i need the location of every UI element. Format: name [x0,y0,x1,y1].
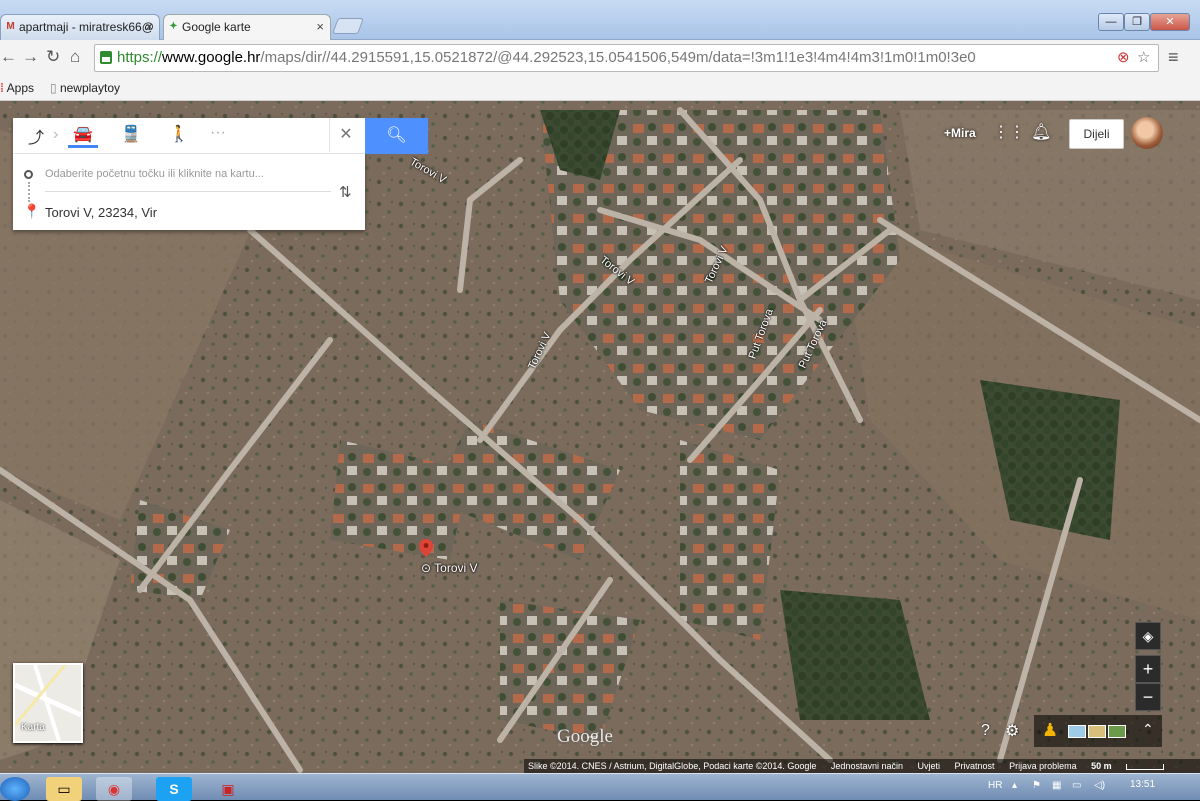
layer-photo-icon[interactable] [1068,725,1086,738]
pin-label[interactable]: ⊙ Torovi V [421,561,478,575]
divider [45,191,331,192]
chrome-menu-icon[interactable]: ≡ [1168,47,1179,68]
close-tab-icon[interactable]: × [316,19,324,34]
url-path: /maps/dir//44.2915591,15.0521872/@44.292… [260,49,976,66]
google-plus-link[interactable]: +Mira [944,126,976,140]
destination-pin-icon: 📍 [23,203,41,219]
route-dots [28,182,30,202]
tab-gmail[interactable]: M apartmaji - miratresk66@ × [0,14,160,40]
blocked-popup-icon[interactable]: ⊗ [1117,48,1130,66]
bookmark-label: Apps [6,81,35,95]
divider [329,118,330,152]
new-tab-button[interactable] [332,18,364,34]
layer-terrain-icon[interactable] [1088,725,1106,738]
swap-icon[interactable]: ⇅ [339,183,352,201]
close-tab-icon[interactable]: × [145,19,153,34]
destination-input[interactable]: Torovi V, 23234, Vir [45,205,157,220]
avatar[interactable] [1131,117,1163,149]
scale-bar [1126,763,1165,770]
restore-button[interactable]: ❐ [1124,13,1150,31]
tab-title: apartmaji - miratresk66@ [19,20,154,34]
chrome-icon[interactable]: ◉ [96,777,132,801]
layers-bar: ♟ ⌃ [1034,715,1162,747]
start-point-icon [24,170,33,179]
report-problem-link[interactable]: Prijava problema [1009,761,1077,771]
attribution-bar: Slike ©2014. CNES / Astrium, DigitalGlob… [524,759,1200,773]
travel-mode-bar: ⤴ › 🚘 🚆 🚶 ··· ✕ [13,118,365,154]
search-button[interactable]: 🔍︎ [365,118,428,154]
terms-link[interactable]: Uvjeti [918,761,941,771]
minimize-button[interactable]: — [1098,13,1124,31]
bookmark-apps[interactable]: ⁞ Apps [0,81,34,95]
google-logo: Google [557,726,613,747]
imagery-credit: Slike ©2014. CNES / Astrium, DigitalGlob… [528,761,817,771]
zoom-out-button[interactable]: − [1135,683,1161,711]
tab-strip: M apartmaji - miratresk66@ × ✦ Google ka… [0,0,1200,40]
map-toggle-label: Karta [21,722,45,733]
url-host: www.google.hr [162,49,261,66]
skype-icon[interactable]: S [156,777,192,801]
transit-icon[interactable]: 🚆 [116,124,146,148]
walking-icon[interactable]: 🚶 [164,124,194,148]
privacy-link[interactable]: Privatnost [955,761,995,771]
notifications-bell-icon[interactable]: 🔔︎ [1031,122,1051,142]
pin-label-text: Torovi V [434,561,478,575]
close-window-button[interactable]: ✕ [1150,13,1190,31]
directions-panel: ⤴ › 🚘 🚆 🚶 ··· ✕ Odaberite početnu točku … [13,118,365,230]
bookmark-newplaytoy[interactable]: ▯ newplaytoy [50,81,120,95]
car-icon[interactable]: 🚘 [68,124,98,148]
flag-icon[interactable]: ⚑ [1032,780,1041,791]
location-pin-icon[interactable] [419,539,433,557]
bookmark-label: newplaytoy [59,81,120,95]
tray-expand-icon[interactable]: ▴ [1012,780,1017,791]
zoom-in-button[interactable]: + [1135,655,1161,683]
scale-label[interactable]: 50 m [1091,761,1112,771]
tab-google-maps[interactable]: ✦ Google karte × [163,14,331,40]
gmail-icon: M [6,21,15,32]
volume-icon[interactable]: ◁) [1094,780,1105,791]
bookmarks-bar: ⁞ Apps ▯ newplaytoy [0,76,1200,101]
search-icon: 🔍︎ [386,127,407,144]
network-icon[interactable]: ▦ [1052,780,1061,791]
compass-icon[interactable]: ◈ [1135,622,1161,650]
share-label: Dijeli [1083,127,1110,141]
bookmark-star-icon[interactable]: ☆ [1137,48,1150,66]
language-indicator[interactable]: HR [988,780,1002,791]
layer-earth-icon[interactable] [1108,725,1126,738]
apps-icon: ⁞ [0,81,4,95]
address-bar[interactable]: https://www.google.hr/maps/dir//44.29155… [94,44,1159,72]
lock-icon [100,51,112,64]
forward-icon[interactable]: → [22,48,39,66]
file-explorer-icon[interactable]: ▭ [46,777,82,801]
url-scheme: https:// [117,49,163,66]
help-icon[interactable]: ? [981,722,990,740]
app-icon[interactable]: ▣ [210,777,246,801]
settings-gear-icon[interactable]: ⚙ [1005,721,1019,741]
apps-grid-icon[interactable]: ⋮⋮ [993,122,1025,142]
pegman-icon[interactable]: ♟ [1042,720,1058,741]
clock[interactable]: 13:51 [1130,779,1155,790]
page-icon: ▯ [50,81,57,95]
close-icon[interactable]: ✕ [331,124,361,148]
google-maps-icon: ✦ [169,21,178,32]
share-button[interactable]: Dijeli [1069,119,1124,149]
monitor-icon[interactable]: ▭ [1072,780,1081,791]
start-button[interactable] [0,777,30,801]
tab-title: Google karte [182,20,251,34]
expand-icon[interactable]: ⌃ [1142,721,1154,738]
directions-icon[interactable]: ⤴ [21,124,51,148]
lite-mode-link[interactable]: Jednostavni način [831,761,903,771]
back-icon[interactable]: ← [0,48,17,66]
more-icon[interactable]: ··· [203,124,233,148]
reload-icon[interactable]: ↻ [46,48,60,66]
chevron-right-icon: › [53,126,59,143]
browser-window: M apartmaji - miratresk66@ × ✦ Google ka… [0,0,1200,801]
start-input[interactable]: Odaberite početnu točku ili kliknite na … [45,168,264,180]
windows-taskbar: ▭ ◉ S ▣ HR ▴ ⚑ ▦ ▭ ◁) 13:51 [0,773,1200,801]
home-icon[interactable]: ⌂ [70,48,80,66]
map-view-toggle[interactable]: Karta [13,663,83,743]
